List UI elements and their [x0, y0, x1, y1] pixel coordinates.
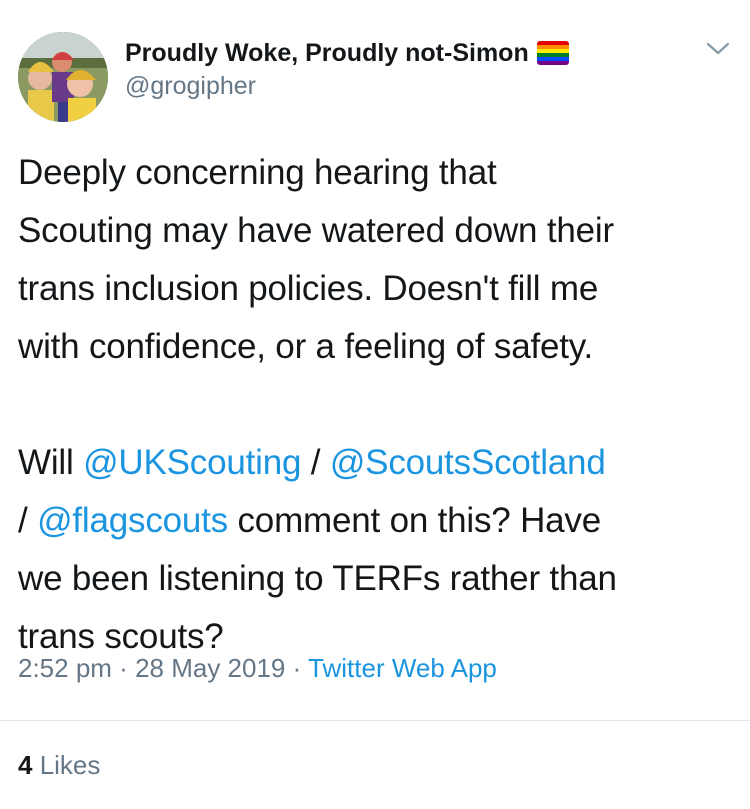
likes-label: Likes	[32, 750, 101, 780]
tweet-paragraph-1: Deeply concerning hearing that Scouting …	[18, 153, 614, 366]
mention-ukscouting[interactable]: @UKScouting	[83, 443, 301, 482]
separator: /	[301, 443, 330, 482]
tweet-card: Proudly Woke, Proudly not-Simon @grogiph…	[0, 0, 750, 809]
name-row: Proudly Woke, Proudly not-Simon	[125, 36, 685, 70]
avatar-photo	[18, 32, 108, 122]
divider	[0, 720, 750, 721]
mention-scoutsscotland[interactable]: @ScoutsScotland	[330, 443, 606, 482]
tweet-time[interactable]: 2:52 pm	[18, 653, 112, 683]
tweet-paragraph-2-start: Will	[18, 443, 84, 482]
meta-dot: ·	[111, 653, 136, 683]
rainbow-flag-icon	[536, 41, 569, 65]
tweet-date[interactable]: 28 May 2019	[135, 653, 285, 683]
likes-count: 4	[18, 750, 33, 780]
mention-flagscouts[interactable]: @flagscouts	[37, 501, 228, 540]
avatar[interactable]	[18, 32, 108, 122]
meta-dot: ·	[285, 653, 309, 683]
tweet-source-link[interactable]: Twitter Web App	[308, 653, 497, 683]
separator: /	[18, 501, 28, 540]
tweet-text: Deeply concerning hearing that Scouting …	[18, 144, 733, 666]
chevron-down-icon[interactable]	[705, 38, 731, 58]
likes-link[interactable]: 4 Likes	[18, 750, 100, 781]
display-name[interactable]: Proudly Woke, Proudly not-Simon	[125, 39, 529, 68]
author-block[interactable]: Proudly Woke, Proudly not-Simon @grogiph…	[125, 36, 685, 101]
user-handle[interactable]: @grogipher	[125, 72, 685, 101]
tweet-metadata: 2:52 pm · 28 May 2019 · Twitter Web App	[18, 653, 497, 684]
